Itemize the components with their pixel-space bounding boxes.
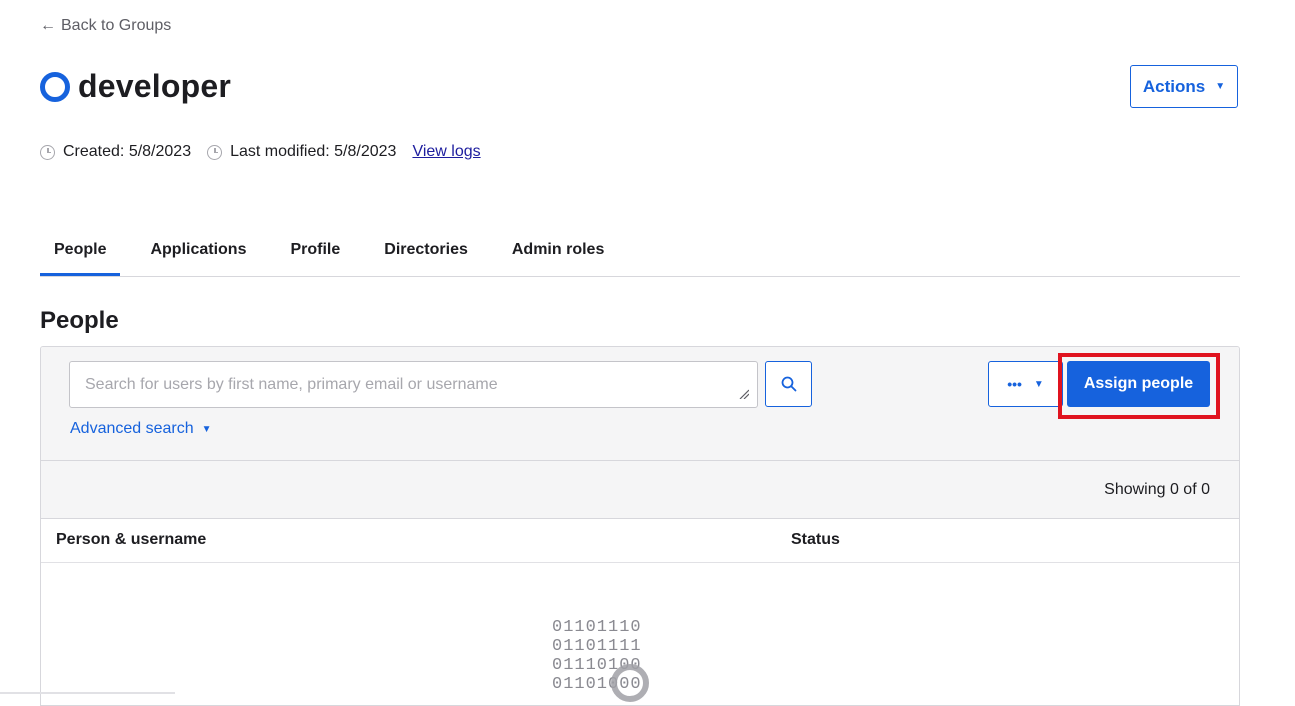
loading-spinner-icon <box>611 664 649 702</box>
search-icon <box>781 376 796 392</box>
tab-people[interactable]: People <box>40 228 121 276</box>
tab-applications[interactable]: Applications <box>136 228 260 276</box>
tab-directories[interactable]: Directories <box>370 228 482 276</box>
page-title: developer <box>78 68 231 104</box>
page-header: developer <box>40 68 231 105</box>
created-info: Created: 5/8/2023 <box>40 143 191 161</box>
assign-people-button[interactable]: Assign people <box>1067 361 1210 407</box>
resize-grip-icon[interactable] <box>739 389 749 399</box>
clock-icon <box>40 144 55 160</box>
search-input[interactable] <box>70 362 740 407</box>
back-link-label: Back to Groups <box>61 17 172 34</box>
clock-icon <box>207 144 223 160</box>
tab-profile[interactable]: Profile <box>276 228 354 276</box>
back-to-groups-link[interactable]: ← Back to Groups <box>40 17 171 35</box>
arrow-left-icon: ← <box>40 17 56 34</box>
more-actions-button[interactable]: ••• ▼ <box>988 361 1063 407</box>
results-bar: Showing 0 of 0 <box>41 461 1239 519</box>
search-button[interactable] <box>765 361 812 407</box>
loader-line: 01101110 <box>552 618 642 637</box>
loader-line: 01101111 <box>552 637 642 656</box>
caret-down-icon: ▼ <box>1215 81 1226 92</box>
modified-info: Last modified: 5/8/2023 <box>207 143 396 161</box>
section-title: People <box>40 307 119 334</box>
caret-down-icon: ▼ <box>201 423 212 435</box>
actions-dropdown-button[interactable]: Actions ▼ <box>1130 65 1238 108</box>
tab-admin-roles[interactable]: Admin roles <box>498 228 618 276</box>
advanced-search-label: Advanced search <box>70 420 194 437</box>
created-date: Created: 5/8/2023 <box>63 143 192 160</box>
actions-label: Actions <box>1142 76 1206 96</box>
view-logs-link[interactable]: View logs <box>412 143 480 161</box>
results-count: Showing 0 of 0 <box>1104 481 1210 498</box>
search-field <box>69 361 758 408</box>
table-header: Person & username Status <box>41 519 1239 563</box>
advanced-search-toggle[interactable]: Advanced search ▼ <box>70 420 212 438</box>
modified-date: Last modified: 5/8/2023 <box>230 143 397 160</box>
more-dots-icon: ••• <box>1007 376 1022 392</box>
tab-bar: People Applications Profile Directories … <box>40 228 1240 277</box>
caret-down-icon: ▼ <box>1033 378 1044 390</box>
column-header-status[interactable]: Status <box>791 531 840 549</box>
search-toolbar: Advanced search ▼ ••• ▼ Assign people <box>41 347 1239 461</box>
group-meta: Created: 5/8/2023 Last modified: 5/8/202… <box>40 143 481 161</box>
group-ring-icon <box>40 71 70 102</box>
column-header-person[interactable]: Person & username <box>56 531 206 549</box>
